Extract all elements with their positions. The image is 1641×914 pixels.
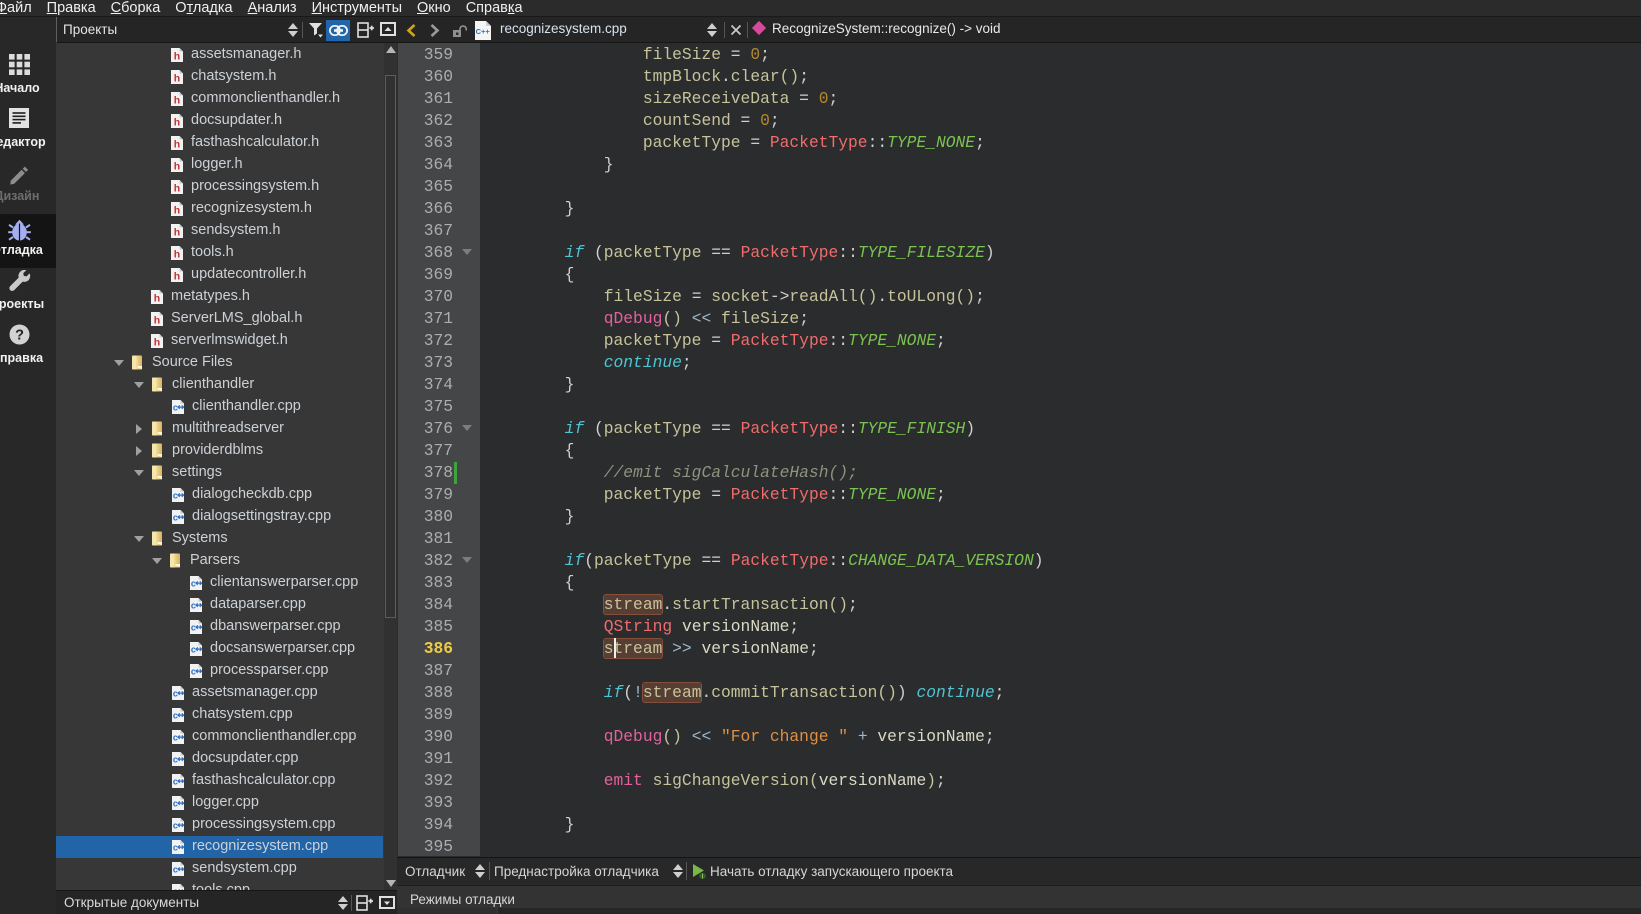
svg-text:h: h: [174, 226, 180, 238]
svg-text:h: h: [174, 94, 180, 106]
svg-text:c: c: [191, 644, 196, 654]
svg-text:h: h: [174, 138, 180, 150]
svg-text:h: h: [174, 204, 180, 216]
svg-text:h: h: [154, 336, 160, 348]
svg-text:c: c: [173, 820, 178, 830]
svg-text:h: h: [174, 72, 180, 84]
svg-text:c: c: [173, 842, 178, 852]
svg-text:h: h: [154, 314, 160, 326]
svg-text:c: c: [173, 754, 178, 764]
svg-text:h: h: [174, 160, 180, 172]
svg-text:h: h: [154, 292, 160, 304]
svg-text:h: h: [174, 116, 180, 128]
svg-text:C++: C++: [476, 27, 491, 36]
svg-text:c: c: [191, 600, 196, 610]
svg-text:c: c: [173, 490, 178, 500]
svg-text:h: h: [174, 50, 180, 62]
svg-text:c: c: [191, 578, 196, 588]
svg-text:c: c: [173, 688, 178, 698]
svg-text:?: ?: [15, 328, 24, 344]
svg-text:c: c: [191, 666, 196, 676]
svg-text:c: c: [173, 732, 178, 742]
svg-text:h: h: [174, 270, 180, 282]
svg-text:c: c: [173, 512, 178, 522]
svg-text:c: c: [173, 402, 178, 412]
svg-text:c: c: [173, 864, 178, 874]
svg-text:c: c: [173, 776, 178, 786]
svg-text:c: c: [173, 798, 178, 808]
svg-text:h: h: [174, 182, 180, 194]
svg-text:c: c: [173, 710, 178, 720]
svg-text:c: c: [191, 622, 196, 632]
svg-text:h: h: [174, 248, 180, 260]
